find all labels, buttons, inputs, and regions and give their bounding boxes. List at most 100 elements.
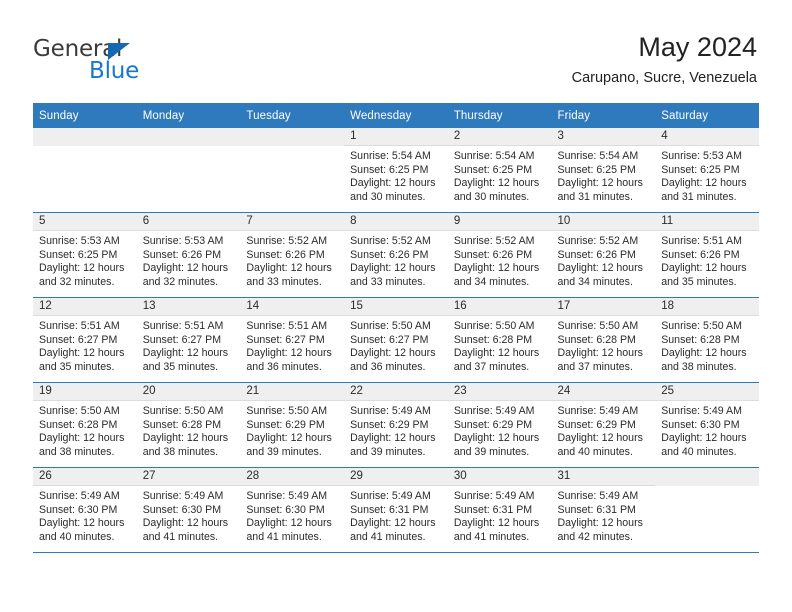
calendar-day-cell[interactable]: 11 Sunrise: 5:51 AM Sunset: 6:26 PM Dayligh… — [655, 212, 759, 298]
calendar-day-cell[interactable]: 20 Sunrise: 5:50 AM Sunset: 6:28 PM Dayligh… — [136, 382, 241, 468]
calendar-day-cell[interactable]: 18 Sunrise: 5:50 AM Sunset: 6:28 PM Dayligh… — [655, 297, 759, 383]
day-sun-info: Sunrise: 5:50 AM Sunset: 6:29 PM Daylight:… — [240, 401, 344, 459]
day-sun-info: Sunrise: 5:50 AM Sunset: 6:28 PM Daylight:… — [655, 316, 759, 374]
day-sun-info: Sunrise: 5:49 AM Sunset: 6:30 PM Daylight:… — [655, 401, 759, 459]
calendar-day-cell[interactable]: 17 Sunrise: 5:50 AM Sunset: 6:28 PM Dayligh… — [551, 297, 656, 383]
day-number: 16 — [447, 298, 552, 316]
daylight-duration-line2: and 35 minutes. — [39, 360, 115, 373]
sunrise-time: Sunrise: 5:49 AM — [661, 405, 742, 417]
calendar-day-cell[interactable]: 8 Sunrise: 5:52 AM Sunset: 6:26 PM Daylight… — [344, 212, 448, 298]
day-sun-info: Sunrise: 5:49 AM Sunset: 6:31 PM Daylight:… — [552, 486, 656, 544]
day-sun-info: Sunrise: 5:49 AM Sunset: 6:31 PM Daylight:… — [344, 486, 448, 544]
sunrise-time: Sunrise: 5:50 AM — [557, 320, 639, 332]
day-sun-info: Sunrise: 5:50 AM Sunset: 6:28 PM Daylight:… — [552, 316, 656, 374]
calendar-day-cell-empty — [655, 467, 759, 553]
calendar-day-cell[interactable]: 3 Sunrise: 5:54 AM Sunset: 6:25 PM Daylight… — [551, 128, 656, 213]
sunrise-time: Sunrise: 5:49 AM — [557, 405, 639, 417]
daylight-duration-line1: Daylight: 12 hours — [350, 347, 436, 359]
daylight-duration-line1: Daylight: 12 hours — [453, 177, 540, 189]
calendar-day-cell[interactable]: 25 Sunrise: 5:49 AM Sunset: 6:30 PM Dayligh… — [655, 382, 759, 468]
daylight-duration-line2: and 31 minutes. — [557, 190, 633, 203]
sunrise-time: Sunrise: 5:52 AM — [453, 235, 535, 247]
calendar-day-cell[interactable]: 1 Sunrise: 5:54 AM Sunset: 6:25 PM Daylight… — [344, 128, 448, 213]
daylight-duration-line2: and 34 minutes. — [453, 275, 530, 288]
day-number: 23 — [447, 383, 552, 401]
sunset-time: Sunset: 6:25 PM — [39, 248, 118, 261]
sunset-time: Sunset: 6:26 PM — [350, 248, 429, 261]
daylight-duration-line2: and 41 minutes. — [246, 530, 322, 543]
day-sun-info: Sunrise: 5:49 AM Sunset: 6:29 PM Daylight:… — [344, 401, 448, 459]
daylight-duration-line2: and 42 minutes. — [557, 530, 633, 543]
daylight-duration-line1: Daylight: 12 hours — [557, 432, 643, 444]
day-number: 4 — [655, 128, 759, 146]
calendar-day-cell[interactable]: 2 Sunrise: 5:54 AM Sunset: 6:25 PM Daylight… — [447, 128, 552, 213]
calendar-day-cell-empty — [33, 128, 137, 213]
day-sun-info: Sunrise: 5:50 AM Sunset: 6:28 PM Daylight:… — [33, 401, 137, 459]
calendar-day-cell[interactable]: 23 Sunrise: 5:49 AM Sunset: 6:29 PM Dayligh… — [447, 382, 552, 468]
day-number: 26 — [33, 468, 137, 486]
sunset-time: Sunset: 6:28 PM — [453, 333, 533, 346]
day-cell-inner: 1 Sunrise: 5:54 AM Sunset: 6:25 PM Daylight… — [344, 128, 448, 212]
calendar-day-cell[interactable]: 12 Sunrise: 5:51 AM Sunset: 6:27 PM Dayligh… — [33, 297, 137, 383]
day-cell-inner: 8 Sunrise: 5:52 AM Sunset: 6:26 PM Daylight… — [344, 213, 448, 297]
daylight-duration-line2: and 32 minutes. — [142, 275, 219, 288]
day-sun-info: Sunrise: 5:53 AM Sunset: 6:25 PM Daylight:… — [33, 231, 137, 289]
day-number: 29 — [344, 468, 448, 486]
daylight-duration-line1: Daylight: 12 hours — [557, 517, 643, 529]
sunset-time: Sunset: 6:30 PM — [661, 418, 740, 431]
calendar-day-cell[interactable]: 21 Sunrise: 5:50 AM Sunset: 6:29 PM Dayligh… — [240, 382, 345, 468]
calendar-day-cell[interactable]: 30 Sunrise: 5:49 AM Sunset: 6:31 PM Dayligh… — [447, 467, 552, 553]
day-number: 6 — [136, 213, 241, 231]
general-blue-logo[interactable]: General Blue — [33, 36, 233, 86]
calendar-day-cell[interactable]: 19 Sunrise: 5:50 AM Sunset: 6:28 PM Dayligh… — [33, 382, 137, 468]
calendar-day-cell[interactable]: 14 Sunrise: 5:51 AM Sunset: 6:27 PM Dayligh… — [240, 297, 345, 383]
calendar-day-cell[interactable]: 24 Sunrise: 5:49 AM Sunset: 6:29 PM Dayligh… — [551, 382, 656, 468]
daylight-duration-line1: Daylight: 12 hours — [557, 347, 643, 359]
calendar-week-row: 26 Sunrise: 5:49 AM Sunset: 6:30 PM Dayligh… — [33, 467, 759, 553]
sunset-time: Sunset: 6:28 PM — [142, 418, 222, 431]
day-sun-info: Sunrise: 5:51 AM Sunset: 6:26 PM Daylight:… — [655, 231, 759, 289]
daylight-duration-line1: Daylight: 12 hours — [246, 262, 332, 274]
day-cell-inner: 9 Sunrise: 5:52 AM Sunset: 6:26 PM Daylight… — [447, 213, 552, 297]
day-cell-inner: 3 Sunrise: 5:54 AM Sunset: 6:25 PM Daylight… — [551, 128, 656, 212]
calendar-day-cell[interactable]: 10 Sunrise: 5:52 AM Sunset: 6:26 PM Dayligh… — [551, 212, 656, 298]
daylight-duration-line2: and 41 minutes. — [350, 530, 426, 543]
sunset-time: Sunset: 6:27 PM — [350, 333, 429, 346]
calendar-day-cell[interactable]: 29 Sunrise: 5:49 AM Sunset: 6:31 PM Dayligh… — [344, 467, 448, 553]
sunrise-time: Sunrise: 5:49 AM — [246, 490, 328, 502]
day-cell-inner: 7 Sunrise: 5:52 AM Sunset: 6:26 PM Daylight… — [240, 213, 345, 297]
day-number: 19 — [33, 383, 137, 401]
day-cell-inner: 18 Sunrise: 5:50 AM Sunset: 6:28 PM Dayligh… — [655, 298, 759, 382]
daylight-duration-line1: Daylight: 12 hours — [661, 347, 747, 359]
calendar-day-cell[interactable]: 4 Sunrise: 5:53 AM Sunset: 6:25 PM Daylight… — [655, 128, 759, 213]
calendar-day-cell[interactable]: 9 Sunrise: 5:52 AM Sunset: 6:26 PM Daylight… — [447, 212, 552, 298]
sunrise-time: Sunrise: 5:53 AM — [661, 150, 742, 162]
page-title: May 2024 — [638, 32, 757, 62]
daylight-duration-line2: and 37 minutes. — [453, 360, 530, 373]
day-sun-info: Sunrise: 5:53 AM Sunset: 6:26 PM Daylight:… — [137, 231, 241, 289]
calendar-day-cell[interactable]: 22 Sunrise: 5:49 AM Sunset: 6:29 PM Dayligh… — [344, 382, 448, 468]
sunrise-time: Sunrise: 5:51 AM — [39, 320, 120, 332]
day-cell-inner: 5 Sunrise: 5:53 AM Sunset: 6:25 PM Daylight… — [33, 213, 137, 297]
calendar-day-cell[interactable]: 31 Sunrise: 5:49 AM Sunset: 6:31 PM Dayligh… — [551, 467, 656, 553]
calendar-day-cell-empty — [240, 128, 345, 213]
calendar-day-cell[interactable]: 6 Sunrise: 5:53 AM Sunset: 6:26 PM Daylight… — [136, 212, 241, 298]
daylight-duration-line2: and 40 minutes. — [661, 445, 737, 458]
day-cell-inner: 27 Sunrise: 5:49 AM Sunset: 6:30 PM Dayligh… — [136, 468, 241, 552]
calendar-day-cell[interactable]: 26 Sunrise: 5:49 AM Sunset: 6:30 PM Dayligh… — [33, 467, 137, 553]
daylight-duration-line1: Daylight: 12 hours — [350, 262, 436, 274]
calendar-day-cell[interactable]: 27 Sunrise: 5:49 AM Sunset: 6:30 PM Dayligh… — [136, 467, 241, 553]
calendar-day-cell[interactable]: 5 Sunrise: 5:53 AM Sunset: 6:25 PM Daylight… — [33, 212, 137, 298]
day-number — [33, 128, 137, 146]
calendar-day-cell[interactable]: 16 Sunrise: 5:50 AM Sunset: 6:28 PM Dayligh… — [447, 297, 552, 383]
sunrise-time: Sunrise: 5:49 AM — [350, 405, 431, 417]
day-sun-info: Sunrise: 5:51 AM Sunset: 6:27 PM Daylight:… — [240, 316, 344, 374]
sunset-time: Sunset: 6:26 PM — [453, 248, 533, 261]
calendar-day-cell[interactable]: 28 Sunrise: 5:49 AM Sunset: 6:30 PM Dayligh… — [240, 467, 345, 553]
calendar-day-cell[interactable]: 7 Sunrise: 5:52 AM Sunset: 6:26 PM Daylight… — [240, 212, 345, 298]
day-number: 20 — [136, 383, 241, 401]
calendar-day-cell[interactable]: 13 Sunrise: 5:51 AM Sunset: 6:27 PM Dayligh… — [136, 297, 241, 383]
calendar-day-cell[interactable]: 15 Sunrise: 5:50 AM Sunset: 6:27 PM Dayligh… — [344, 297, 448, 383]
daylight-duration-line1: Daylight: 12 hours — [661, 177, 747, 189]
day-cell-inner: 23 Sunrise: 5:49 AM Sunset: 6:29 PM Dayligh… — [447, 383, 552, 467]
